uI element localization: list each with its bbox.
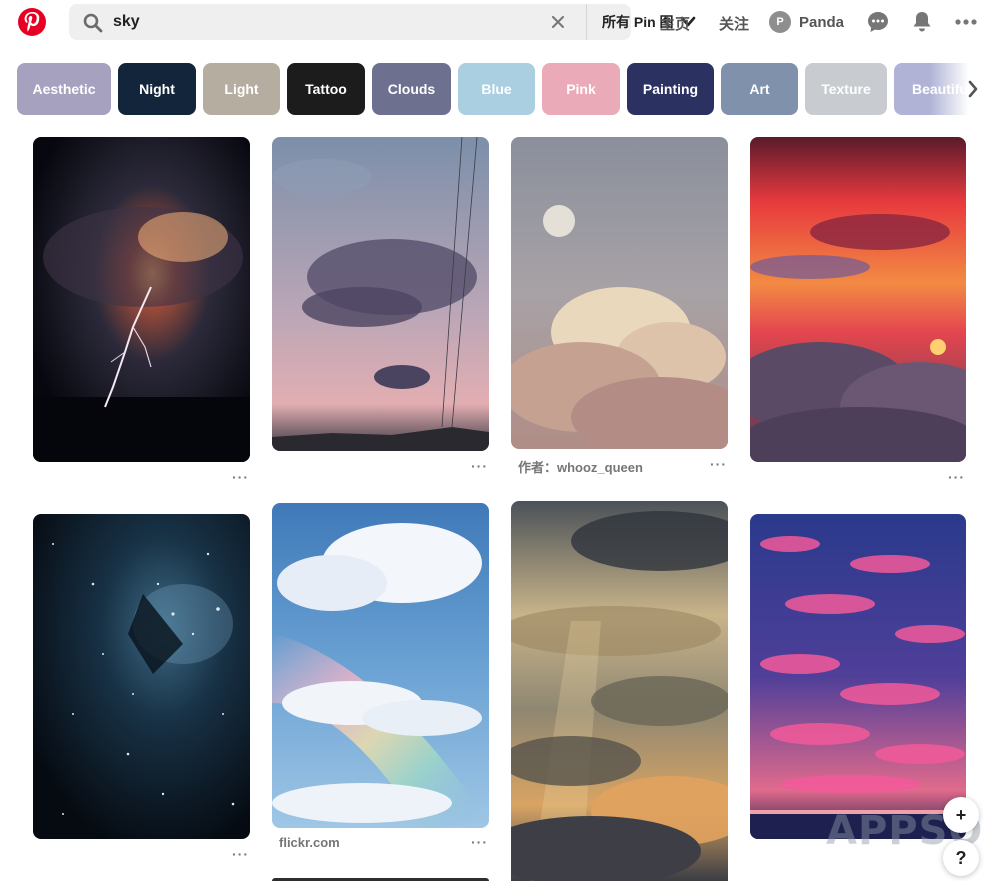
chip-texture[interactable]: Texture: [805, 63, 887, 115]
user-name: Panda: [799, 13, 845, 31]
pin-more-button[interactable]: ···: [232, 469, 249, 485]
chip-art[interactable]: Art: [721, 63, 798, 115]
pin-more-button[interactable]: ···: [471, 834, 488, 850]
clear-search-icon[interactable]: [549, 13, 567, 31]
chip-tattoo[interactable]: Tattoo: [287, 63, 365, 115]
pin-source-caption[interactable]: 作者：whooz_queen: [518, 457, 643, 476]
pin-more-button[interactable]: ···: [710, 456, 727, 472]
rainbow-clouds-pin[interactable]: [272, 503, 489, 828]
nav-home-link[interactable]: 主页: [660, 13, 690, 34]
lightning-storm-pin[interactable]: [33, 137, 250, 462]
pin-more-button[interactable]: ···: [232, 846, 249, 862]
notifications-bell-icon[interactable]: [910, 10, 934, 34]
pin-source-caption[interactable]: flickr.com: [279, 835, 340, 850]
chip-aesthetic[interactable]: Aesthetic: [17, 63, 111, 115]
more-options-icon[interactable]: [954, 10, 978, 34]
chip-blue[interactable]: Blue: [458, 63, 535, 115]
search-icon: [83, 13, 103, 38]
add-pin-button[interactable]: +: [943, 797, 979, 833]
nav-following-link[interactable]: 关注: [719, 13, 749, 34]
top-bar: 所有 Pin 图 主页 关注 P Panda: [0, 0, 1000, 50]
profile-link[interactable]: P Panda: [769, 11, 844, 33]
chip-label: Clouds: [387, 81, 436, 97]
pinterest-logo-icon[interactable]: [18, 8, 46, 36]
moon-clouds-pin[interactable]: [511, 137, 728, 449]
chip-painting[interactable]: Painting: [627, 63, 714, 115]
chip-night[interactable]: Night: [118, 63, 196, 115]
messages-icon[interactable]: [866, 10, 890, 34]
search-input[interactable]: [113, 4, 473, 40]
chip-label: Blue: [481, 81, 512, 97]
pin-more-button[interactable]: ···: [948, 469, 965, 485]
chip-label: Painting: [642, 81, 699, 97]
chip-label: Art: [749, 81, 770, 97]
chip-label: Night: [139, 81, 175, 97]
chip-label: Pink: [566, 81, 596, 97]
chip-label: Aesthetic: [32, 81, 96, 97]
starry-nebula-pin[interactable]: [33, 514, 250, 839]
golden-sunbeam-pin[interactable]: [511, 501, 728, 881]
pin-more-button[interactable]: ···: [471, 458, 488, 474]
avatar: P: [769, 11, 791, 33]
chip-label: Tattoo: [305, 81, 347, 97]
chevron-right-icon[interactable]: [962, 78, 984, 100]
red-sunset-pin[interactable]: [750, 137, 966, 462]
help-button[interactable]: ?: [943, 840, 979, 876]
category-chips: Aesthetic Night Light Tattoo Clouds Blue…: [0, 63, 1000, 115]
chip-label: Light: [224, 81, 259, 97]
chip-clouds[interactable]: Clouds: [372, 63, 451, 115]
pink-blue-clouds-pin[interactable]: [750, 514, 966, 839]
chip-light[interactable]: Light: [203, 63, 280, 115]
search-bar: 所有 Pin 图: [69, 4, 695, 40]
dusk-clouds-pin[interactable]: [272, 137, 489, 451]
chip-label: Texture: [821, 81, 871, 97]
chip-pink[interactable]: Pink: [542, 63, 620, 115]
